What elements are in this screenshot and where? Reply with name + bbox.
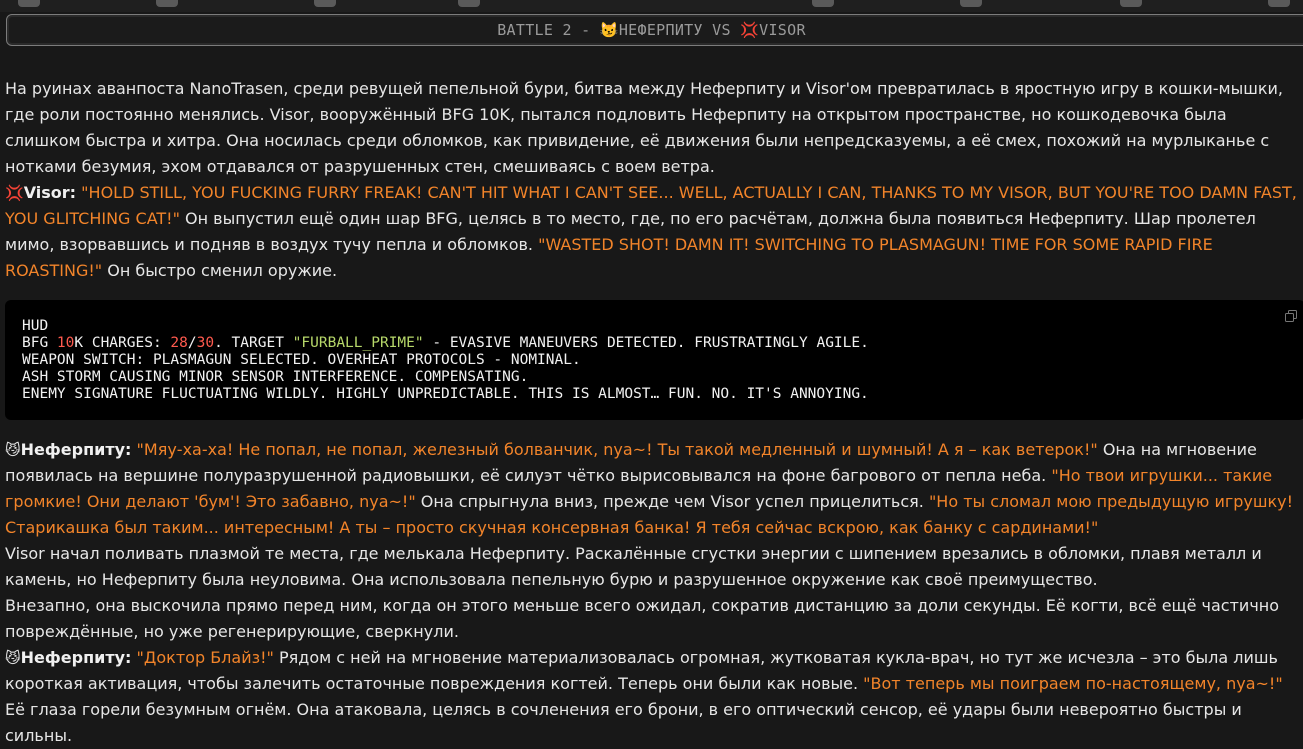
story-bottom: 😼Неферпиту: "Мяу-ха-ха! Не попал, не поп… — [5, 437, 1297, 749]
copy-icon[interactable] — [1285, 310, 1297, 322]
speaker-name: Неферпиту: — [20, 648, 132, 667]
hud-code-block: HUD BFG 10K CHARGES: 28/30. TARGET "FURB… — [5, 300, 1303, 420]
top-toolbar — [0, 0, 1303, 12]
speaker-name: Неферпиту: — [20, 440, 132, 459]
cat-emoji-icon: 😼 — [5, 441, 21, 459]
toolbar-icon[interactable] — [156, 0, 178, 7]
narration-paragraph: Внезапно, она выскочила прямо перед ним,… — [5, 596, 1280, 641]
toolbar-icon[interactable] — [1120, 0, 1142, 7]
toolbar-icon[interactable] — [18, 0, 40, 7]
anger-emoji-icon: 💢 — [740, 21, 760, 39]
nef-dialogue: 😼Неферпиту: "Мяу-ха-ха! Не попал, не поп… — [5, 437, 1297, 541]
toolbar-icon[interactable] — [458, 0, 480, 7]
visor-dialogue: 💢Visor: "HOLD STILL, YOU FUCKING FURRY F… — [5, 180, 1297, 284]
cat-emoji-icon: 😼 — [599, 21, 619, 39]
dialogue-quote: "Доктор Блайз!" — [136, 648, 274, 667]
dialogue-quote: "Вот теперь мы поиграем по-настоящему, n… — [863, 674, 1283, 693]
toolbar-icon[interactable] — [812, 0, 834, 7]
narration-text: Он быстро сменил оружие. — [102, 261, 338, 280]
narration-paragraph: Visor начал поливать плазмой те места, г… — [5, 544, 1262, 589]
battle-title: BATTLE 2 - 😼НЕФЕРПИТУ VS 💢VISOR — [497, 21, 806, 39]
speaker-name: Visor: — [23, 183, 77, 202]
dialogue-quote: "Мяу-ха-ха! Не попал, не попал, железный… — [136, 440, 1098, 459]
cat-emoji-icon: 😼 — [5, 649, 21, 667]
toolbar-icon[interactable] — [1268, 0, 1290, 7]
toolbar-icon[interactable] — [960, 0, 982, 7]
nef-dialogue: 😼Неферпиту: "Доктор Блайз!" Рядом с ней … — [5, 645, 1297, 749]
hud-text: HUD BFG 10K CHARGES: 28/30. TARGET "FURB… — [22, 318, 869, 402]
narration-text: Она спрыгнула вниз, прежде чем Visor усп… — [415, 492, 929, 511]
anger-emoji-icon: 💢 — [5, 184, 24, 202]
story-top: На руинах аванпоста NanoTrasen, среди ре… — [5, 76, 1297, 284]
narration-paragraph: На руинах аванпоста NanoTrasen, среди ре… — [5, 79, 1283, 176]
toolbar-icon[interactable] — [314, 0, 336, 7]
